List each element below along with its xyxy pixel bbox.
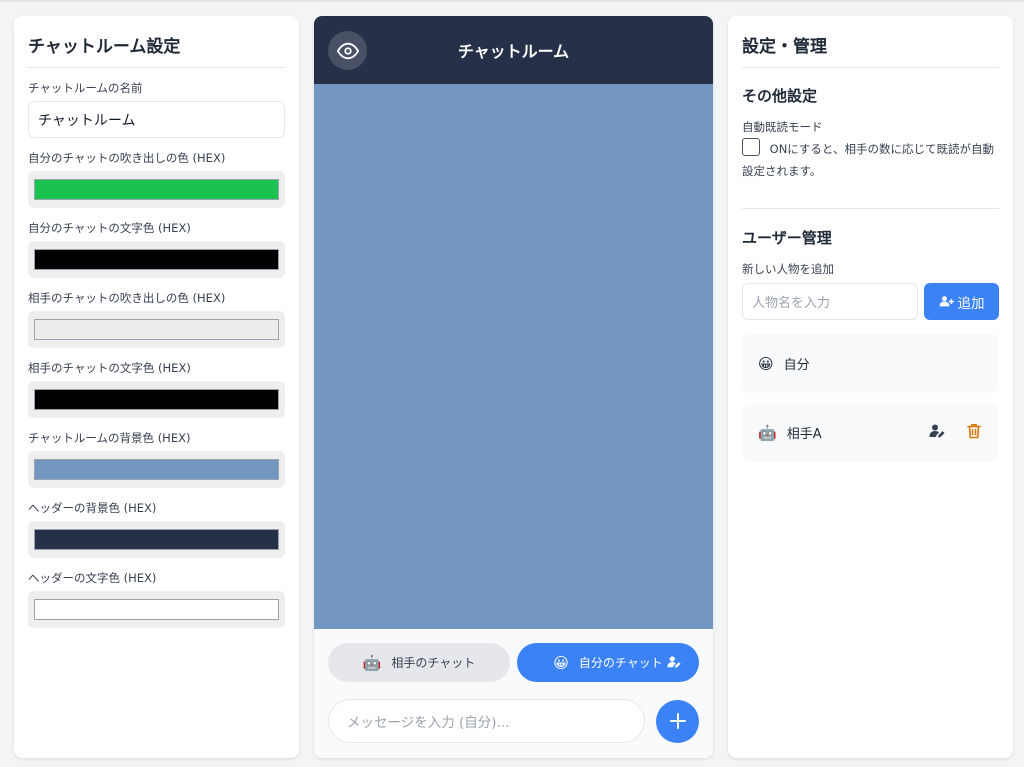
robot-icon: 🤖 — [758, 423, 777, 442]
color-swatch[interactable] — [34, 529, 279, 550]
chat-header: チャットルーム — [314, 16, 713, 84]
user-card: 🤖 相手A — [742, 403, 999, 462]
color-label: 相手のチャットの文字色 (HEX) — [28, 361, 191, 375]
user-edit-icon[interactable] — [929, 423, 945, 439]
color-field: 相手のチャットの文字色 (HEX) — [28, 360, 285, 418]
color-swatch[interactable] — [34, 599, 279, 620]
chat-messages-area — [314, 84, 713, 629]
color-input[interactable] — [28, 521, 285, 558]
color-swatch[interactable] — [34, 179, 279, 200]
add-button-label: 追加 — [957, 295, 985, 312]
color-swatch[interactable] — [34, 459, 279, 480]
color-swatch[interactable] — [34, 249, 279, 270]
color-input[interactable] — [28, 381, 285, 418]
add-person-label: 新しい人物を追加 — [742, 262, 834, 276]
auto-read-description: ONにすると、相手の数に応じて既読が自動設定されます。 — [742, 142, 994, 178]
color-field: チャットルームの背景色 (HEX) — [28, 430, 285, 488]
user-name: 自分 — [783, 358, 810, 373]
self-chat-label: 自分のチャット — [578, 656, 663, 670]
color-input[interactable] — [28, 241, 285, 278]
preview-toggle-button[interactable] — [328, 31, 367, 70]
color-field: 相手のチャットの吹き出しの色 (HEX) — [28, 290, 285, 348]
smile-icon: 😀 — [553, 653, 569, 672]
other-chat-button[interactable]: 🤖 相手のチャット — [328, 643, 510, 682]
message-input[interactable]: メッセージを入力 (自分)... — [328, 699, 645, 743]
color-field: 自分のチャットの吹き出しの色 (HEX) — [28, 150, 285, 208]
user-plus-icon — [939, 296, 954, 307]
chat-footer: 🤖 相手のチャット 😀 自分のチャット メッセージを入力 (自分)... — [314, 629, 713, 758]
user-card: 😀 自分 — [742, 334, 999, 393]
eye-icon — [336, 42, 359, 59]
top-border — [0, 0, 1024, 2]
user-management-heading: ユーザー管理 — [742, 229, 832, 247]
message-input-row: メッセージを入力 (自分)... — [328, 699, 699, 743]
color-label: 自分のチャットの吹き出しの色 (HEX) — [28, 151, 226, 165]
color-field: ヘッダーの背景色 (HEX) — [28, 500, 285, 558]
color-field: 自分のチャットの文字色 (HEX) — [28, 220, 285, 278]
room-name-input[interactable]: チャットルーム — [28, 101, 285, 138]
room-name-label: チャットルームの名前 — [28, 81, 143, 95]
add-person-button[interactable]: 追加 — [924, 283, 999, 320]
speaker-selector: 🤖 相手のチャット 😀 自分のチャット — [328, 643, 699, 682]
other-chat-label: 相手のチャット — [391, 656, 476, 670]
trash-icon[interactable] — [967, 423, 981, 439]
auto-read-option: ONにすると、相手の数に応じて既読が自動設定されます。 — [742, 138, 999, 182]
color-label: チャットルームの背景色 (HEX) — [28, 431, 191, 445]
user-edit-icon[interactable] — [667, 655, 681, 672]
auto-read-label: 自動既読モード — [742, 120, 823, 134]
chat-title: チャットルーム — [457, 42, 570, 61]
panel-title: チャットルーム設定 — [28, 32, 285, 68]
color-swatch[interactable] — [34, 319, 279, 340]
color-input[interactable] — [28, 311, 285, 348]
color-input[interactable] — [28, 451, 285, 488]
color-input[interactable] — [28, 171, 285, 208]
auto-read-checkbox[interactable] — [742, 138, 760, 156]
panel-title: 設定・管理 — [742, 32, 999, 68]
plus-icon — [669, 713, 686, 729]
chat-preview: チャットルーム 🤖 相手のチャット 😀 自分のチャット メッセージを入力 (自分… — [314, 16, 713, 758]
smile-icon: 😀 — [758, 354, 774, 373]
color-input[interactable] — [28, 591, 285, 628]
color-swatch[interactable] — [34, 389, 279, 410]
other-settings-heading: その他設定 — [742, 87, 818, 105]
self-chat-button[interactable]: 😀 自分のチャット — [517, 643, 699, 682]
user-actions — [929, 423, 981, 439]
room-name-field: チャットルームの名前 チャットルーム — [28, 80, 285, 138]
color-label: ヘッダーの背景色 (HEX) — [28, 501, 157, 515]
person-name-input[interactable]: 人物名を入力 — [742, 283, 918, 320]
add-person-row: 人物名を入力 追加 — [742, 283, 999, 320]
color-field: ヘッダーの文字色 (HEX) — [28, 570, 285, 628]
color-label: 自分のチャットの文字色 (HEX) — [28, 221, 191, 235]
user-name: 相手A — [786, 427, 822, 442]
settings-management-panel: 設定・管理 その他設定 自動既読モード ONにすると、相手の数に応じて既読が自動… — [728, 16, 1013, 758]
section-divider — [742, 208, 999, 209]
robot-icon: 🤖 — [362, 653, 382, 672]
color-label: 相手のチャットの吹き出しの色 (HEX) — [28, 291, 226, 305]
color-label: ヘッダーの文字色 (HEX) — [28, 571, 157, 585]
send-button[interactable] — [656, 699, 699, 743]
chatroom-settings-panel: チャットルーム設定 チャットルームの名前 チャットルーム 自分のチャットの吹き出… — [14, 16, 299, 758]
